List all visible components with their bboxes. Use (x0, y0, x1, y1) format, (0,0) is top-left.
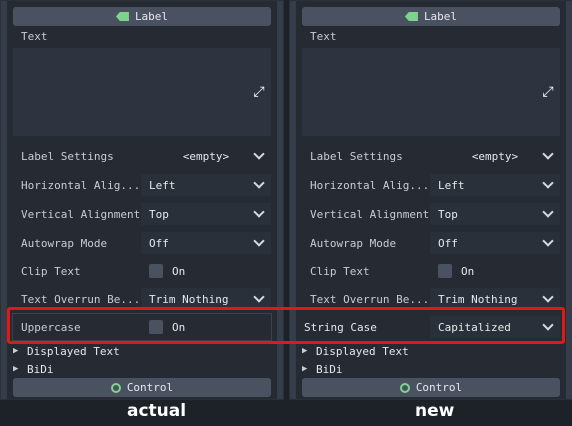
clip-text-checkbox[interactable] (149, 264, 163, 278)
label-header-button[interactable]: Label (13, 7, 271, 26)
text-input-area[interactable] (13, 48, 247, 136)
expand-icon[interactable]: ⤢ (536, 48, 560, 136)
header-label: Label (423, 10, 458, 23)
section-label: BiDi (316, 362, 343, 376)
label-header-button[interactable]: Label (302, 7, 560, 26)
section-displayed-text[interactable]: ▶ Displayed Text (13, 342, 271, 360)
row-horizontal-alignment[interactable]: Horizontal Alig... Left (302, 172, 560, 198)
horizontal-alignment-dropdown[interactable]: Left (430, 174, 560, 196)
label-settings-value[interactable]: <empty> (141, 145, 271, 167)
autowrap-mode-name: Autowrap Mode (310, 236, 397, 250)
control-footer-button[interactable]: Control (302, 378, 560, 397)
caption-new: new (415, 401, 455, 421)
row-label-settings[interactable]: Label Settings <empty> (302, 143, 560, 169)
chevron-down-icon (253, 178, 265, 190)
section-bidi[interactable]: ▶ BiDi (302, 360, 560, 378)
horizontal-alignment-value: Left (438, 178, 465, 192)
row-horizontal-alignment[interactable]: Horizontal Alig... Left (13, 172, 271, 198)
label-settings-value[interactable]: <empty> (430, 145, 560, 167)
footer-label: Control (415, 381, 463, 394)
section-bidi[interactable]: ▶ BiDi (13, 360, 271, 378)
vertical-alignment-dropdown[interactable]: Top (141, 203, 271, 225)
label-settings-name: Label Settings (310, 149, 403, 163)
section-displayed-text[interactable]: ▶ Displayed Text (302, 342, 560, 360)
control-ring-icon (110, 382, 121, 393)
autowrap-mode-value: Off (149, 236, 169, 250)
row-clip-text[interactable]: Clip Text On (302, 258, 560, 284)
row-autowrap-mode[interactable]: Autowrap Mode Off (302, 230, 560, 256)
chevron-right-icon: ▶ (13, 346, 19, 356)
vertical-alignment-dropdown[interactable]: Top (430, 203, 560, 225)
chevron-down-icon (542, 292, 554, 304)
chevron-right-icon: ▶ (302, 346, 308, 356)
control-footer-button[interactable]: Control (13, 378, 271, 397)
section-label: Displayed Text (27, 344, 120, 358)
row-autowrap-mode[interactable]: Autowrap Mode Off (13, 230, 271, 256)
chevron-down-icon (253, 149, 265, 161)
label-settings-text: <empty> (471, 149, 519, 163)
clip-text-value: On (172, 264, 186, 278)
row-vertical-alignment[interactable]: Vertical Alignment Top (302, 201, 560, 227)
text-property-label: Text (310, 30, 337, 43)
row-vertical-alignment[interactable]: Vertical Alignment Top (13, 201, 271, 227)
label-tag-icon (404, 12, 418, 21)
clip-text-name: Clip Text (310, 264, 370, 278)
chevron-down-icon (253, 207, 265, 219)
horizontal-alignment-name: Horizontal Alig... (21, 178, 141, 192)
section-label: Displayed Text (316, 344, 409, 358)
text-input-area[interactable] (302, 48, 536, 136)
clip-text-toggle[interactable]: On (430, 260, 560, 282)
chevron-right-icon: ▶ (13, 364, 19, 374)
label-tag-icon (115, 12, 129, 21)
chevron-down-icon (542, 149, 554, 161)
row-clip-text[interactable]: Clip Text On (13, 258, 271, 284)
autowrap-mode-dropdown[interactable]: Off (430, 232, 560, 254)
horizontal-alignment-dropdown[interactable]: Left (141, 174, 271, 196)
vertical-alignment-name: Vertical Alignment (310, 207, 430, 221)
clip-text-value: On (461, 264, 475, 278)
chevron-down-icon (542, 178, 554, 190)
autowrap-mode-name: Autowrap Mode (21, 236, 108, 250)
chevron-down-icon (542, 236, 554, 248)
text-overrun-value: Trim Nothing (438, 292, 518, 306)
caption-actual: actual (127, 401, 187, 421)
vertical-alignment-name: Vertical Alignment (21, 207, 141, 221)
control-ring-icon (399, 382, 410, 393)
chevron-down-icon (253, 236, 265, 248)
vertical-alignment-value: Top (149, 207, 169, 221)
footer-label: Control (126, 381, 174, 394)
label-settings-text: <empty> (182, 149, 230, 163)
comparison-highlight-box (7, 307, 565, 344)
text-overrun-name: Text Overrun Be... (310, 292, 430, 306)
horizontal-alignment-name: Horizontal Alig... (310, 178, 430, 192)
expand-icon[interactable]: ⤢ (247, 48, 271, 136)
horizontal-alignment-value: Left (149, 178, 176, 192)
row-label-settings[interactable]: Label Settings <empty> (13, 143, 271, 169)
clip-text-checkbox[interactable] (438, 264, 452, 278)
label-settings-name: Label Settings (21, 149, 114, 163)
header-label: Label (134, 10, 169, 23)
text-overrun-value: Trim Nothing (149, 292, 229, 306)
chevron-down-icon (253, 292, 265, 304)
autowrap-mode-value: Off (438, 236, 458, 250)
vertical-alignment-value: Top (438, 207, 458, 221)
clip-text-toggle[interactable]: On (141, 260, 271, 282)
clip-text-name: Clip Text (21, 264, 81, 278)
chevron-right-icon: ▶ (302, 364, 308, 374)
text-property-label: Text (21, 30, 48, 43)
text-overrun-name: Text Overrun Be... (21, 292, 141, 306)
autowrap-mode-dropdown[interactable]: Off (141, 232, 271, 254)
section-label: BiDi (27, 362, 54, 376)
chevron-down-icon (542, 207, 554, 219)
